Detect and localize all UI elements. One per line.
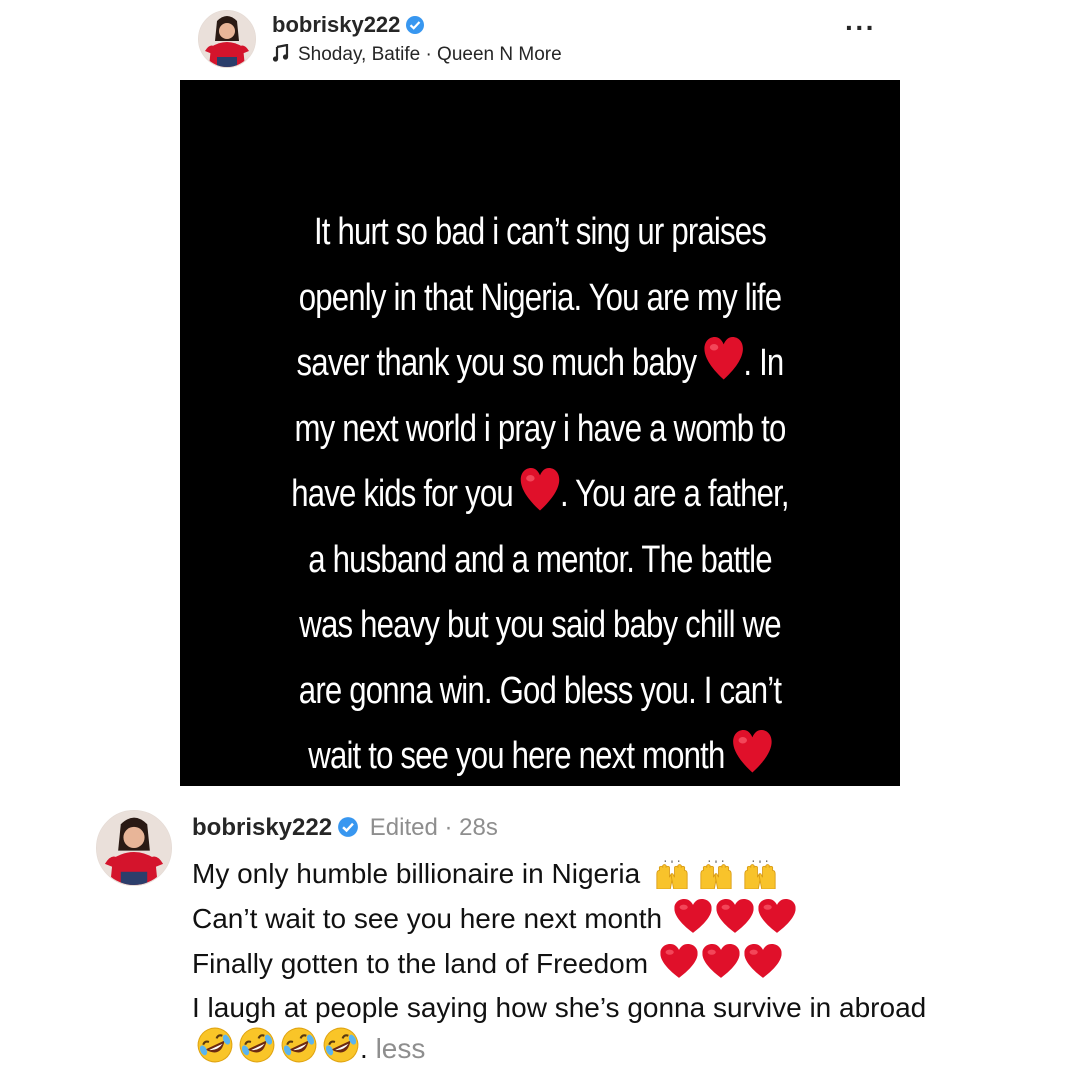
caption-text: Finally gotten to the land of Freedom [192, 948, 649, 979]
music-label: Shoday, Batife · Queen N More [298, 44, 562, 65]
post-image-text: It hurt so bad i can’t sing ur praises o… [269, 200, 810, 790]
caption-line: Can’t wait to see you here next month [192, 896, 972, 941]
image-text-line: saver thank you so much baby . In [269, 331, 810, 397]
image-text-line: wait to see you here next month [269, 724, 810, 790]
red-heart-emoji [656, 948, 782, 979]
image-text-segment: wait to see you here next month [308, 735, 733, 777]
image-text-line: openly in that Nigeria. You are my life [298, 276, 782, 319]
post-header: bobrisky222 Shoday, Batife · Queen N Mor… [198, 6, 898, 68]
caption-line: I laugh at people saying how she’s gonna… [192, 990, 972, 1067]
red-heart-emoji [704, 337, 743, 381]
red-heart-emoji [732, 730, 771, 774]
red-heart-emoji [670, 903, 796, 934]
image-text-segment: have kids for you [291, 473, 521, 515]
music-note-icon [272, 43, 290, 68]
image-text-line: have kids for you . You are a father, [269, 462, 810, 528]
caption-text: I laugh at people saying how she’s gonna… [192, 992, 927, 1023]
red-heart-emoji [521, 468, 560, 512]
image-text-line: was heavy but you said baby chill we [299, 604, 781, 646]
image-text-line: are gonna win. God bless you. I can’t [298, 669, 782, 712]
image-text-line: It hurt so bad i can’t sing ur praises [313, 211, 767, 253]
caption-meta: Edited · 28s [369, 814, 498, 841]
caption-username[interactable]: bobrisky222 [192, 814, 332, 841]
more-options-button[interactable]: ··· [845, 14, 876, 42]
post-username[interactable]: bobrisky222 [272, 12, 425, 41]
avatar[interactable] [96, 810, 172, 886]
caption-header: bobrisky222 Edited · 28s [192, 808, 972, 851]
raised-hands-emoji [648, 858, 780, 889]
image-text-segment: saver thank you so much baby [296, 342, 705, 384]
image-text-line: a husband and a mentor. The battle [308, 538, 772, 581]
image-text-line: my next world i pray i have a womb to [294, 407, 787, 450]
caption-line: Finally gotten to the land of Freedom [192, 941, 972, 986]
caption-text: Can’t wait to see you here next month [192, 903, 663, 934]
caption-body: bobrisky222 Edited · 28s My only humble … [192, 808, 972, 1067]
rolling-on-floor-laughing-emoji [192, 1033, 360, 1064]
caption-text: My only humble billionaire in Nigeria [192, 858, 641, 889]
caption-line: My only humble billionaire in Nigeria [192, 851, 972, 896]
image-text-segment: . In [743, 342, 784, 384]
image-text-segment: . You are a father, [560, 473, 790, 515]
post-username-text[interactable]: bobrisky222 [272, 12, 400, 37]
post-image[interactable]: It hurt so bad i can’t sing ur praises o… [180, 80, 900, 786]
verified-badge-icon [337, 811, 359, 851]
less-link[interactable]: less [376, 1033, 426, 1064]
music-track[interactable]: Shoday, Batife · Queen N More [272, 43, 562, 68]
avatar[interactable] [198, 10, 256, 68]
verified-badge-icon [405, 15, 425, 41]
